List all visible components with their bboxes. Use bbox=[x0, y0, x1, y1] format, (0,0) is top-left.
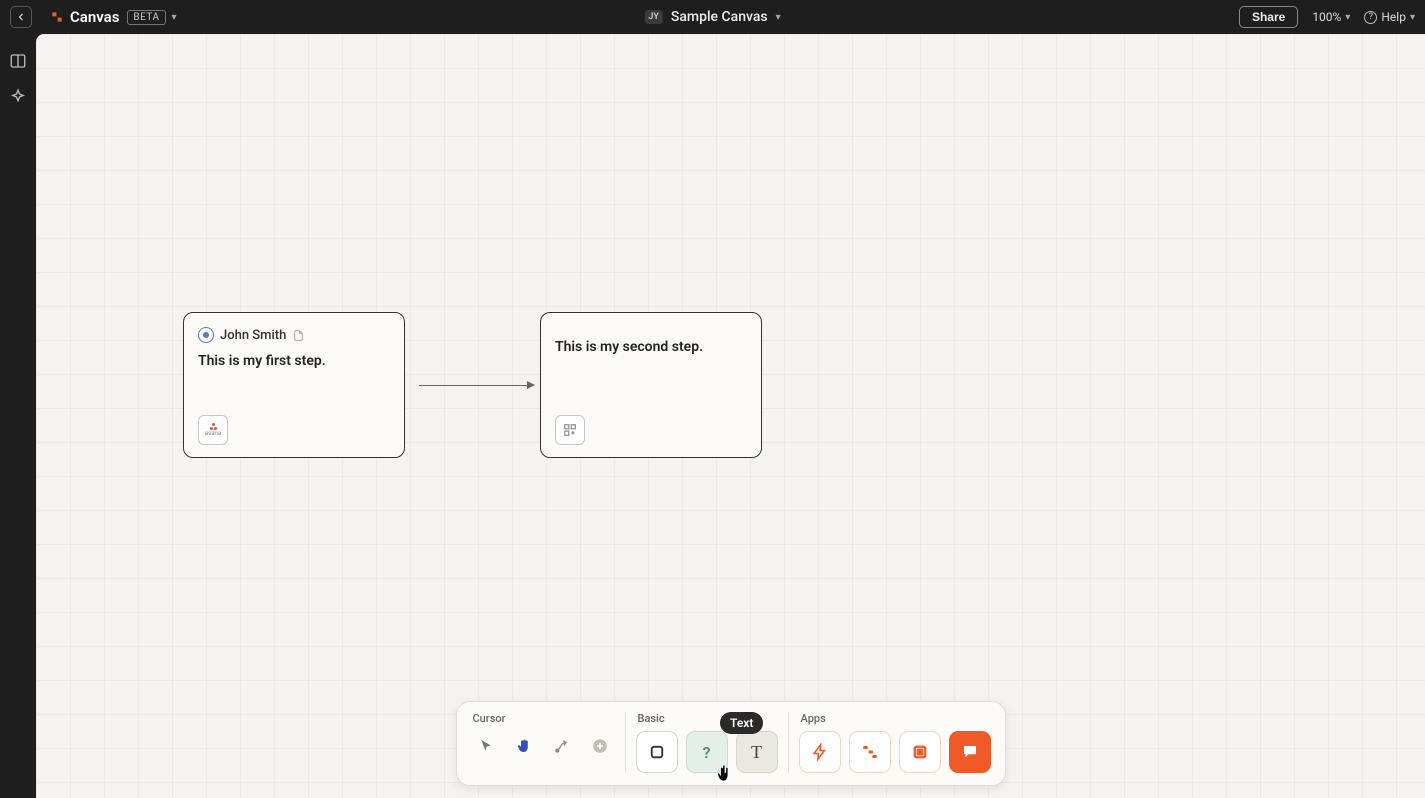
card-assignee: John Smith bbox=[220, 328, 286, 343]
path-icon bbox=[861, 743, 879, 761]
connector-arrow[interactable] bbox=[419, 385, 527, 386]
help-label: Help bbox=[1381, 10, 1406, 24]
tool-tooltip: Text bbox=[720, 712, 763, 734]
canvas-card[interactable]: This is my second step. bbox=[540, 312, 762, 458]
cursor-icon bbox=[478, 738, 494, 754]
hand-tool[interactable] bbox=[509, 731, 539, 761]
app-tool-zap[interactable] bbox=[799, 731, 841, 773]
help-menu[interactable]: ? Help ▾ bbox=[1364, 10, 1415, 24]
app-tool-path[interactable] bbox=[849, 731, 891, 773]
arrow-left-icon bbox=[15, 11, 27, 23]
beta-badge: BETA bbox=[127, 10, 165, 25]
left-rail bbox=[0, 34, 36, 798]
app-logo-icon bbox=[50, 10, 64, 24]
app-menu-caret[interactable]: ▾ bbox=[172, 12, 177, 23]
bolt-icon bbox=[811, 743, 829, 761]
card-header: John Smith bbox=[198, 327, 390, 343]
asana-label: asana bbox=[205, 431, 221, 437]
card-body-text: This is my second step. bbox=[555, 339, 747, 355]
document-icon bbox=[292, 329, 305, 342]
connector-tool[interactable] bbox=[547, 731, 577, 761]
panels-icon[interactable] bbox=[9, 52, 27, 70]
avatar-icon bbox=[198, 327, 214, 343]
shape-tool[interactable] bbox=[636, 731, 678, 773]
top-bar: Canvas BETA ▾ JY Sample Canvas ▾ Share 1… bbox=[0, 0, 1425, 34]
frame-icon bbox=[911, 743, 929, 761]
zoom-control[interactable]: 100% ▾ bbox=[1312, 10, 1350, 24]
text-icon: T bbox=[751, 742, 762, 763]
help-icon: ? bbox=[1364, 11, 1377, 24]
text-tool[interactable]: T bbox=[736, 731, 778, 773]
toolbar-group-cursor: Cursor bbox=[471, 712, 615, 761]
square-icon bbox=[648, 743, 666, 761]
cursor-tool[interactable] bbox=[471, 731, 501, 761]
app-tool-chat[interactable] bbox=[949, 731, 991, 773]
help-caret: ▾ bbox=[1410, 12, 1415, 23]
question-tool[interactable]: ? bbox=[686, 731, 728, 773]
user-initials-badge: JY bbox=[644, 10, 663, 24]
hand-icon bbox=[515, 737, 533, 755]
canvas-card[interactable]: John Smith This is my first step. asana bbox=[183, 312, 405, 458]
card-body-text: This is my first step. bbox=[198, 353, 390, 369]
canvas-title-group[interactable]: JY Sample Canvas ▾ bbox=[644, 9, 780, 25]
zoom-caret: ▾ bbox=[1345, 12, 1350, 23]
add-tool[interactable] bbox=[585, 731, 615, 761]
app-tool-frame[interactable] bbox=[899, 731, 941, 773]
canvas-title: Sample Canvas bbox=[671, 9, 768, 25]
toolbar-group-label: Apps bbox=[799, 712, 991, 725]
back-button[interactable] bbox=[10, 6, 32, 28]
toolbar-group-apps: Apps bbox=[788, 712, 991, 773]
chat-icon bbox=[961, 743, 979, 761]
canvas-title-caret[interactable]: ▾ bbox=[776, 12, 781, 23]
app-name: Canvas bbox=[70, 8, 119, 26]
widgets-icon bbox=[563, 423, 577, 437]
card-add-widgets-button[interactable] bbox=[555, 415, 585, 445]
zoom-value: 100% bbox=[1312, 10, 1341, 24]
sparkle-icon[interactable] bbox=[9, 88, 27, 106]
connector-icon bbox=[554, 738, 570, 754]
plus-circle-icon bbox=[591, 737, 609, 755]
toolbar-group-label: Cursor bbox=[471, 712, 615, 725]
question-icon: ? bbox=[703, 743, 711, 762]
share-button[interactable]: Share bbox=[1239, 6, 1298, 28]
card-app-button-asana[interactable]: asana bbox=[198, 415, 228, 445]
arrow-head-icon bbox=[527, 381, 535, 389]
canvas-area[interactable]: John Smith This is my first step. asana … bbox=[36, 34, 1425, 798]
